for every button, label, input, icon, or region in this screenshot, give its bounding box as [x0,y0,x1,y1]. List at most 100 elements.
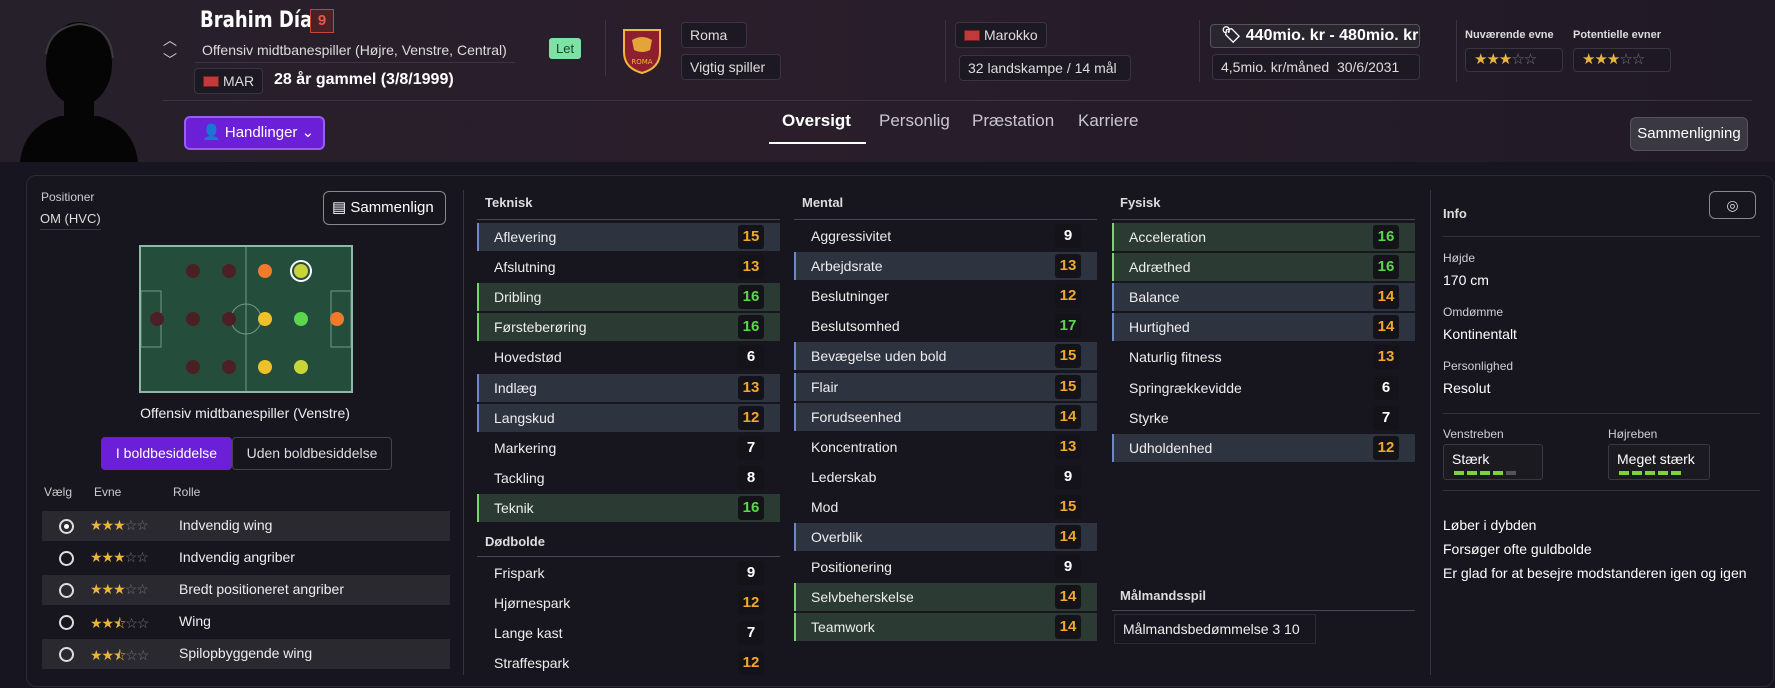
attribute-row[interactable]: Acceleration 16 [1112,223,1415,251]
attribute-row[interactable]: Positionering 9 [794,553,1097,581]
tab-personlig[interactable]: Personlig [879,111,950,131]
compare-icon: ▤ [332,199,351,216]
attribute-row[interactable]: Dribling 16 [477,283,780,312]
attribute-value: 14 [1055,525,1081,549]
attribute-value: 13 [738,255,764,280]
attribute-name: Teknik [494,499,534,516]
attribute-row[interactable]: Hjørnespark 12 [477,589,780,617]
transfer-value-text: 440mio. kr - 480mio. kr [1245,27,1419,44]
potential-ability-stars: ★★★☆☆ [1573,48,1671,72]
out-of-possession-toggle[interactable]: Uden boldbesiddelse [232,437,392,470]
attribute-row[interactable]: Mod 15 [794,493,1097,521]
attribute-row[interactable]: Springrækkevidde 6 [1112,374,1415,402]
attribute-row[interactable]: Lange kast 7 [477,619,780,647]
attribute-row[interactable]: Hovedstød 6 [477,343,780,371]
attribute-row[interactable]: Straffespark 12 [477,649,780,677]
role-radio[interactable] [59,647,74,662]
left-foot-value: Stærk [1452,451,1490,467]
attribute-row[interactable]: Aggressivitet 9 [794,222,1097,250]
club-name[interactable]: Roma [681,22,747,48]
compare-button[interactable]: Sammenligning [1630,117,1748,151]
role-radio[interactable] [59,551,74,566]
attribute-row[interactable]: Teamwork 14 [794,613,1097,642]
highlight-bar [477,223,479,251]
attribute-value: 16 [738,315,764,340]
chevron-up-icon[interactable]: ︿ [163,30,177,50]
attribute-name: Teamwork [811,619,875,636]
position-dot [186,360,200,374]
role-row[interactable]: ★★★☆☆ Indvendig wing [42,511,450,541]
role-radio[interactable] [59,583,74,598]
attribute-name: Frispark [494,565,545,581]
attribute-name: Markering [494,439,557,456]
highlight-bar [794,553,796,581]
reputation-label: Omdømme [1443,305,1503,319]
attribute-value: 13 [1055,434,1081,459]
chevron-down-icon: ⌄ [301,124,315,141]
role-row[interactable]: ★★★☆☆ Indvendig angriber [42,543,450,573]
attribute-row[interactable]: Overblik 14 [794,523,1097,551]
attribute-row[interactable]: Balance 14 [1112,283,1415,312]
attribute-name: Beslutsomhed [811,318,900,335]
attribute-row[interactable]: Bevægelse uden bold 15 [794,342,1097,371]
attribute-row[interactable]: Styrke 7 [1112,404,1415,432]
role-radio[interactable] [59,615,74,630]
role-row[interactable]: ★★⯪☆☆ Wing [42,607,450,637]
tab-praestation[interactable]: Præstation [972,111,1054,131]
attribute-row[interactable]: Arbejdsrate 13 [794,252,1097,281]
attribute-row[interactable]: Langskud 12 [477,403,780,432]
attribute-value: 15 [1055,374,1081,399]
attribute-row[interactable]: Flair 15 [794,372,1097,401]
attribute-row[interactable]: Udholdenhed 12 [1112,433,1415,462]
role-name: Indvendig angriber [179,549,295,565]
attribute-row[interactable]: Indlæg 13 [477,373,780,402]
attribute-row[interactable]: Markering 7 [477,434,780,462]
attribute-row[interactable]: Frispark 9 [477,559,780,587]
attribute-row[interactable]: Førsteberøring 16 [477,313,780,342]
role-stars: ★★★☆☆ [90,549,149,565]
attribute-row[interactable]: Teknik 16 [477,493,780,522]
chevron-down-icon[interactable]: ﹀ [163,50,177,70]
attribute-value: 8 [738,465,764,490]
compare-positions-button[interactable]: ▤ Sammenlign [323,191,446,225]
position-dot [330,312,344,326]
foot-level-segment [1480,471,1490,475]
nation-name[interactable]: Marokko [955,22,1047,48]
attribute-name: Arbejdsrate [811,258,883,275]
position-dot [258,360,272,374]
attribute-name: Acceleration [1129,229,1207,245]
left-foot-box: Stærk [1443,444,1543,480]
attribute-row[interactable]: Afslutning 13 [477,253,780,281]
attribute-row[interactable]: Naturlig fitness 13 [1112,343,1415,371]
attribute-name: Udholdenhed [1129,439,1213,456]
attribute-row[interactable]: Beslutsomhed 17 [794,312,1097,340]
right-foot-box: Meget stærk [1608,444,1710,480]
attribute-row[interactable]: Beslutninger 12 [794,282,1097,310]
role-row[interactable]: ★★★☆☆ Bredt positioneret angriber [42,575,450,605]
attribute-name: Styrke [1129,409,1169,426]
position-dot [222,360,236,374]
attribute-row[interactable]: Adræthed 16 [1112,253,1415,282]
attribute-row[interactable]: Lederskab 9 [794,463,1097,491]
attribute-value: 9 [1055,555,1081,580]
active-tab-indicator [769,142,866,144]
tab-oversigt[interactable]: Oversigt [782,111,851,131]
info-settings-icon[interactable]: ◎ [1709,191,1756,219]
tab-karriere[interactable]: Karriere [1078,111,1138,131]
role-name: Indvendig wing [179,517,273,533]
role-radio[interactable] [59,519,74,534]
attribute-row[interactable]: Aflevering 15 [477,223,780,251]
attribute-row[interactable]: Hurtighed 14 [1112,313,1415,342]
attribute-row[interactable]: Koncentration 13 [794,433,1097,461]
attribute-row[interactable]: Selvbeherskelse 14 [794,583,1097,612]
divider [945,20,946,82]
positions-title: Positioner [41,190,95,204]
actions-button[interactable]: 👤 Handlinger ⌄ [184,116,325,150]
attribute-name: Balance [1129,289,1180,306]
attribute-name: Indlæg [494,379,537,396]
shirt-number: 9 [310,9,334,33]
attribute-row[interactable]: Tackling 8 [477,464,780,492]
attribute-row[interactable]: Forudseenhed 14 [794,402,1097,431]
in-possession-toggle[interactable]: I boldbesiddelse [101,437,232,470]
role-row[interactable]: ★★⯪☆☆ Spilopbyggende wing [42,639,450,669]
